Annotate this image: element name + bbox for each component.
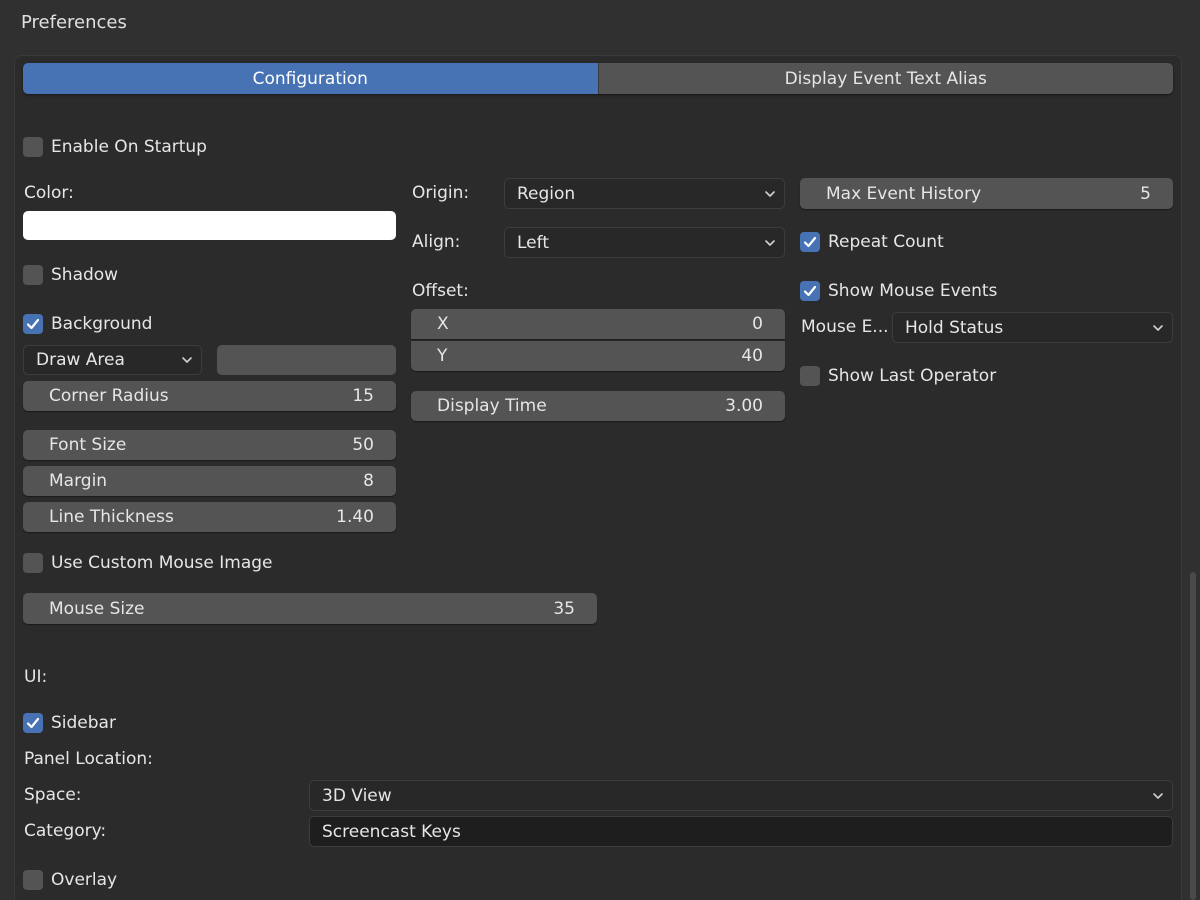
- category-input[interactable]: Screencast Keys: [309, 816, 1173, 847]
- font-size-slider[interactable]: Font Size 50: [23, 430, 396, 460]
- enable-on-startup-label: Enable On Startup: [51, 137, 207, 157]
- sidebar-row[interactable]: Sidebar: [23, 710, 116, 736]
- chevron-down-icon: [765, 190, 775, 197]
- align-dropdown[interactable]: Left: [504, 227, 785, 258]
- align-value: Left: [517, 232, 549, 253]
- chevron-down-icon: [765, 239, 775, 246]
- font-size-label: Font Size: [49, 435, 127, 455]
- mouse-events-mode-label: Mouse E...: [801, 317, 889, 337]
- checkmark-icon: [26, 717, 40, 729]
- sidebar-label: Sidebar: [51, 713, 116, 733]
- offset-label: Offset:: [412, 281, 469, 301]
- tab-bar: Configuration Display Event Text Alias: [23, 63, 1173, 94]
- repeat-count-row[interactable]: Repeat Count: [800, 229, 944, 255]
- ui-section-label: UI:: [24, 667, 48, 687]
- offset-x-slider[interactable]: X 0: [411, 309, 785, 339]
- background-row[interactable]: Background: [23, 311, 152, 337]
- custom-mouse-image-row[interactable]: Use Custom Mouse Image: [23, 550, 273, 576]
- show-mouse-events-row[interactable]: Show Mouse Events: [800, 278, 997, 304]
- chevron-down-icon: [182, 357, 192, 363]
- space-dropdown[interactable]: 3D View: [309, 780, 1173, 811]
- mouse-size-label: Mouse Size: [49, 598, 145, 619]
- display-time-label: Display Time: [437, 396, 547, 416]
- draw-area-dropdown[interactable]: Draw Area: [23, 345, 202, 375]
- shadow-row[interactable]: Shadow: [23, 262, 118, 288]
- background-color-field[interactable]: [217, 345, 396, 375]
- show-last-operator-row[interactable]: Show Last Operator: [800, 363, 996, 389]
- category-value: Screencast Keys: [322, 821, 461, 842]
- tab-display-event-text-alias[interactable]: Display Event Text Alias: [597, 63, 1173, 94]
- line-thickness-label: Line Thickness: [49, 507, 174, 527]
- max-event-history-label: Max Event History: [826, 183, 982, 204]
- vertical-scrollbar[interactable]: [1190, 572, 1196, 900]
- custom-mouse-image-checkbox[interactable]: [23, 553, 43, 573]
- max-event-history-value: 5: [1140, 183, 1151, 204]
- line-thickness-value: 1.40: [336, 507, 374, 527]
- preferences-title: Preferences: [21, 12, 127, 33]
- background-checkbox[interactable]: [23, 314, 43, 334]
- show-mouse-events-checkbox[interactable]: [800, 281, 820, 301]
- mouse-size-slider[interactable]: Mouse Size 35: [23, 593, 597, 624]
- show-last-operator-label: Show Last Operator: [828, 366, 997, 386]
- draw-area-value: Draw Area: [36, 350, 125, 370]
- origin-dropdown[interactable]: Region: [504, 178, 785, 209]
- enable-on-startup-row[interactable]: Enable On Startup: [23, 134, 207, 160]
- show-mouse-events-label: Show Mouse Events: [828, 281, 998, 301]
- checkmark-icon: [26, 318, 40, 330]
- checkmark-icon: [803, 236, 817, 248]
- checkmark-icon: [803, 285, 817, 297]
- line-thickness-slider[interactable]: Line Thickness 1.40: [23, 502, 396, 532]
- space-label: Space:: [24, 785, 82, 805]
- enable-on-startup-checkbox[interactable]: [23, 137, 43, 157]
- category-label: Category:: [24, 821, 107, 841]
- display-time-slider[interactable]: Display Time 3.00: [411, 391, 785, 421]
- corner-radius-value: 15: [352, 386, 374, 406]
- overlay-checkbox[interactable]: [23, 870, 43, 890]
- chevron-down-icon: [1153, 324, 1163, 331]
- font-size-value: 50: [352, 435, 374, 455]
- origin-value: Region: [517, 183, 576, 204]
- repeat-count-label: Repeat Count: [828, 232, 944, 252]
- custom-mouse-image-label: Use Custom Mouse Image: [51, 553, 273, 573]
- align-label: Align:: [412, 232, 461, 252]
- overlay-row[interactable]: Overlay: [23, 867, 117, 893]
- shadow-label: Shadow: [51, 265, 119, 285]
- tab-configuration[interactable]: Configuration: [23, 63, 598, 94]
- space-value: 3D View: [322, 785, 392, 806]
- show-last-operator-checkbox[interactable]: [800, 366, 820, 386]
- sidebar-checkbox[interactable]: [23, 713, 43, 733]
- panel-location-label: Panel Location:: [24, 749, 153, 769]
- overlay-label: Overlay: [51, 870, 118, 890]
- offset-y-slider[interactable]: Y 40: [411, 341, 785, 371]
- mouse-events-mode-dropdown[interactable]: Hold Status: [892, 312, 1173, 343]
- corner-radius-label: Corner Radius: [49, 386, 169, 406]
- color-swatch[interactable]: [23, 211, 396, 240]
- margin-value: 8: [363, 471, 374, 491]
- margin-label: Margin: [49, 471, 108, 491]
- offset-x-value: 0: [752, 314, 763, 334]
- corner-radius-slider[interactable]: Corner Radius 15: [23, 381, 396, 411]
- shadow-checkbox[interactable]: [23, 265, 43, 285]
- margin-slider[interactable]: Margin 8: [23, 466, 396, 496]
- origin-label: Origin:: [412, 183, 470, 203]
- mouse-size-value: 35: [553, 598, 575, 619]
- mouse-events-mode-value: Hold Status: [905, 317, 1004, 338]
- offset-y-label: Y: [437, 346, 448, 366]
- max-event-history-slider[interactable]: Max Event History 5: [800, 178, 1173, 209]
- chevron-down-icon: [1153, 792, 1163, 799]
- repeat-count-checkbox[interactable]: [800, 232, 820, 252]
- background-label: Background: [51, 314, 153, 334]
- color-label: Color:: [24, 183, 74, 203]
- offset-x-label: X: [437, 314, 449, 334]
- offset-y-value: 40: [741, 346, 763, 366]
- display-time-value: 3.00: [725, 396, 763, 416]
